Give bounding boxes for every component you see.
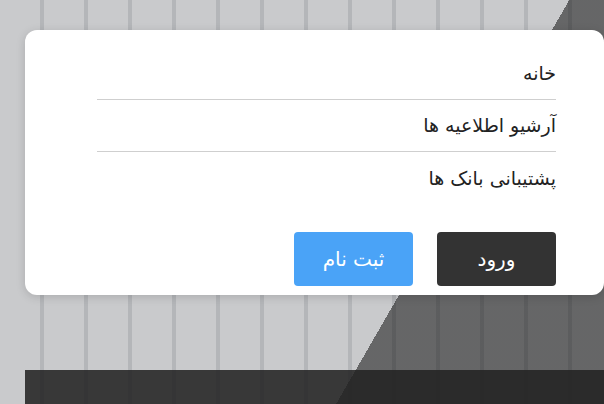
menu-item[interactable]: خانه — [97, 48, 556, 100]
login-button[interactable]: ورود — [437, 232, 556, 286]
menu-item[interactable]: آرشیو اطلاعیه ها — [97, 100, 556, 152]
hero-photo: خانهآرشیو اطلاعیه هاپشتیبانی بانک ها ورو… — [0, 0, 604, 404]
signup-button[interactable]: ثبت نام — [294, 232, 413, 286]
menu-panel: خانهآرشیو اطلاعیه هاپشتیبانی بانک ها ورو… — [25, 30, 604, 295]
menu-list: خانهآرشیو اطلاعیه هاپشتیبانی بانک ها — [97, 48, 556, 204]
button-row: ورود ثبت نام — [97, 232, 556, 286]
hero-band — [25, 370, 604, 404]
menu-item[interactable]: پشتیبانی بانک ها — [97, 152, 556, 204]
